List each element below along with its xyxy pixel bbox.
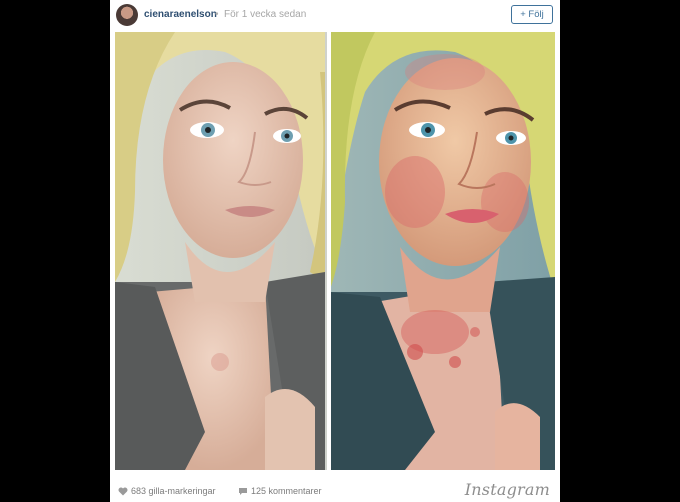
- follow-button-label: + Följ: [520, 9, 544, 20]
- before-photo: [115, 32, 325, 470]
- avatar[interactable]: [116, 4, 138, 26]
- follow-button[interactable]: + Följ: [511, 5, 553, 24]
- comments-label: 125 kommentarer: [251, 486, 322, 496]
- instagram-logo: Instagram: [464, 480, 550, 499]
- post-header: cienaraenelson • För 1 vecka sedan + Föl…: [110, 0, 560, 32]
- likes-count[interactable]: 683 gilla-markeringar: [118, 486, 216, 496]
- likes-label: 683 gilla-markeringar: [131, 486, 216, 496]
- post-footer: 683 gilla-markeringar 125 kommentarer In…: [110, 472, 560, 502]
- instagram-post-card: cienaraenelson • För 1 vecka sedan + Föl…: [110, 0, 560, 502]
- speech-bubble-icon: [238, 487, 248, 496]
- heart-icon: [118, 487, 128, 496]
- after-photo: [327, 32, 555, 470]
- separator-dot: •: [215, 9, 219, 20]
- post-photo[interactable]: [115, 32, 555, 470]
- post-timestamp: För 1 vecka sedan: [224, 9, 307, 20]
- comments-count[interactable]: 125 kommentarer: [238, 486, 322, 496]
- username-link[interactable]: cienaraenelson: [144, 9, 217, 20]
